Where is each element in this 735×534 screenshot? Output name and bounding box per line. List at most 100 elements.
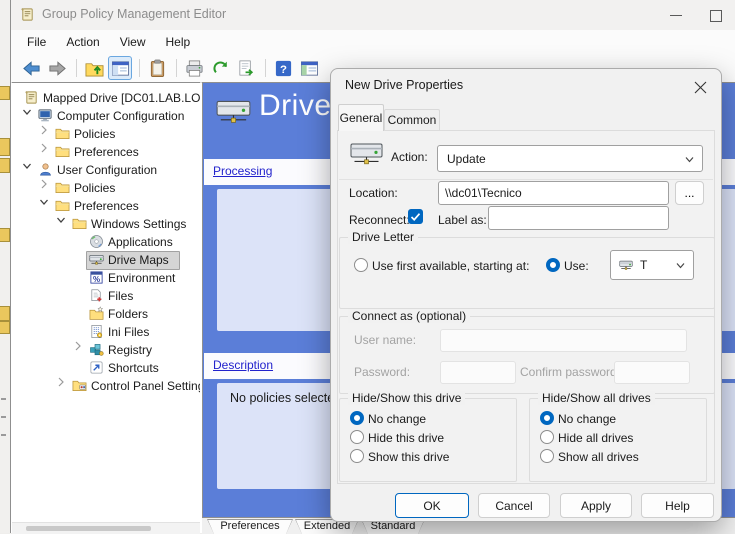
chevron-down-icon[interactable] [22,106,32,116]
hide-all-label-0: No change [558,412,616,426]
help-button[interactable]: Help [641,493,714,518]
minimize-button[interactable] [659,0,693,30]
tree-item-mapped-drive-dc01-lab-loca[interactable]: Mapped Drive [DC01.LAB.LOCA [12,89,200,107]
tree-item-label: Registry [108,343,152,357]
folder-icon [55,144,70,159]
close-icon[interactable] [687,75,713,99]
hide-this-radio-no-change[interactable] [350,411,364,425]
apply-button[interactable]: Apply [560,493,632,518]
drive-icon [617,258,635,272]
view-tab-preferences[interactable]: Preferences [207,519,293,534]
chevron-down-icon[interactable] [56,214,66,224]
location-label: Location: [349,186,398,200]
background-folder-fragment [0,158,10,173]
cancel-button[interactable]: Cancel [478,493,550,518]
chevron-down-icon[interactable] [39,196,49,206]
no-policies-text: No policies selected [230,391,341,405]
action-select[interactable]: Update [437,145,703,172]
tree-horizontal-scrollbar[interactable] [12,522,200,534]
processing-link[interactable]: Processing [213,164,272,178]
menu-action[interactable]: Action [56,32,109,52]
window-title: Group Policy Management Editor [42,7,226,21]
print-button[interactable] [182,56,206,80]
folder-new-icon [89,306,104,321]
tree-item-ini-files[interactable]: Ini Files [12,323,200,341]
hide-this-radio-show-this-drive[interactable] [350,449,364,463]
chevron-down-icon[interactable] [22,160,32,170]
chevron-right-icon[interactable] [56,376,66,386]
tab-general[interactable]: General [338,104,384,131]
refresh-button[interactable] [208,56,232,80]
maximize-button[interactable] [699,0,733,30]
ini-file-icon [89,324,104,339]
tree-item-user-configuration[interactable]: User Configuration [12,161,200,179]
hide-all-radio-show-all-drives[interactable] [540,449,554,463]
radio-use[interactable] [546,258,560,272]
hide-all-radio-hide-all-drives[interactable] [540,430,554,444]
tree-item-preferences[interactable]: Preferences [12,143,200,161]
tree-item-label: Preferences [74,199,139,213]
drive-letter-select[interactable]: T [610,250,694,280]
background-folder-fragment [0,86,10,100]
label-as-input[interactable] [488,206,669,230]
paste-clipboard-button[interactable] [145,56,169,80]
drive-letter-group: Drive Letter Use first available, starti… [339,237,715,309]
tree-item-policies[interactable]: Policies [12,179,200,197]
radio-use-first-available[interactable] [354,258,368,272]
toolbar-separator [176,59,177,77]
tree-item-preferences[interactable]: Preferences [12,197,200,215]
new-window-button[interactable] [297,56,321,80]
reconnect-checkbox[interactable] [408,209,423,224]
user-name-label: User name: [354,333,416,347]
hide-this-radio-hide-this-drive[interactable] [350,430,364,444]
use-first-available-label: Use first available, starting at: [372,259,529,273]
user-icon [38,162,53,177]
hide-show-this-drive-group: Hide/Show this drive No changeHide this … [339,398,517,482]
paste-clipboard-icon [148,59,167,78]
back-arrow-button[interactable] [19,56,43,80]
hide-all-label-1: Hide all drives [558,431,633,445]
tree-item-environment[interactable]: %Environment [12,269,200,287]
tree-item-registry[interactable]: Registry [12,341,200,359]
tab-common[interactable]: Common [384,109,440,131]
menu-file[interactable]: File [17,32,56,52]
chevron-right-icon[interactable] [39,178,49,188]
toolbar-separator [139,59,140,77]
folder-icon [55,180,70,195]
menu-help[interactable]: Help [156,32,201,52]
environment-icon: % [89,270,104,285]
confirm-password-input [614,361,690,384]
tree-item-folders[interactable]: Folders [12,305,200,323]
tree-item-drive-maps[interactable]: Drive Maps [12,251,200,269]
use-label: Use: [564,259,589,273]
new-window-icon [300,59,319,78]
svg-text:?: ? [280,63,287,75]
scrollbar-thumb[interactable] [26,526,151,531]
label-as-label: Label as: [438,213,487,227]
tree-item-computer-configuration[interactable]: Computer Configuration [12,107,200,125]
ok-button[interactable]: OK [395,493,469,518]
menu-view[interactable]: View [110,32,156,52]
up-one-level-button[interactable] [82,56,106,80]
chevron-right-icon[interactable] [39,142,49,152]
tree-item-applications[interactable]: Applications [12,233,200,251]
tree-item-windows-settings[interactable]: Windows Settings [12,215,200,233]
help-button[interactable]: ? [271,56,295,80]
dialog-title: New Drive Properties [345,78,463,92]
browse-button[interactable]: ... [675,181,704,205]
forward-arrow-button[interactable] [45,56,69,80]
export-list-button[interactable] [234,56,258,80]
tree-item-shortcuts[interactable]: Shortcuts [12,359,200,377]
chevron-right-icon[interactable] [73,340,83,350]
description-link[interactable]: Description [213,358,273,372]
console-tree-toggle-button[interactable] [108,56,132,80]
tree-item-files[interactable]: Files [12,287,200,305]
chevron-right-icon[interactable] [39,124,49,134]
export-list-icon [237,59,256,78]
folder-icon [55,198,70,213]
location-input[interactable] [438,181,669,205]
hide-all-label-2: Show all drives [558,450,639,464]
tree-item-policies[interactable]: Policies [12,125,200,143]
hide-all-radio-no-change[interactable] [540,411,554,425]
tree-item-control-panel-setting[interactable]: Control Panel Setting [12,377,200,395]
